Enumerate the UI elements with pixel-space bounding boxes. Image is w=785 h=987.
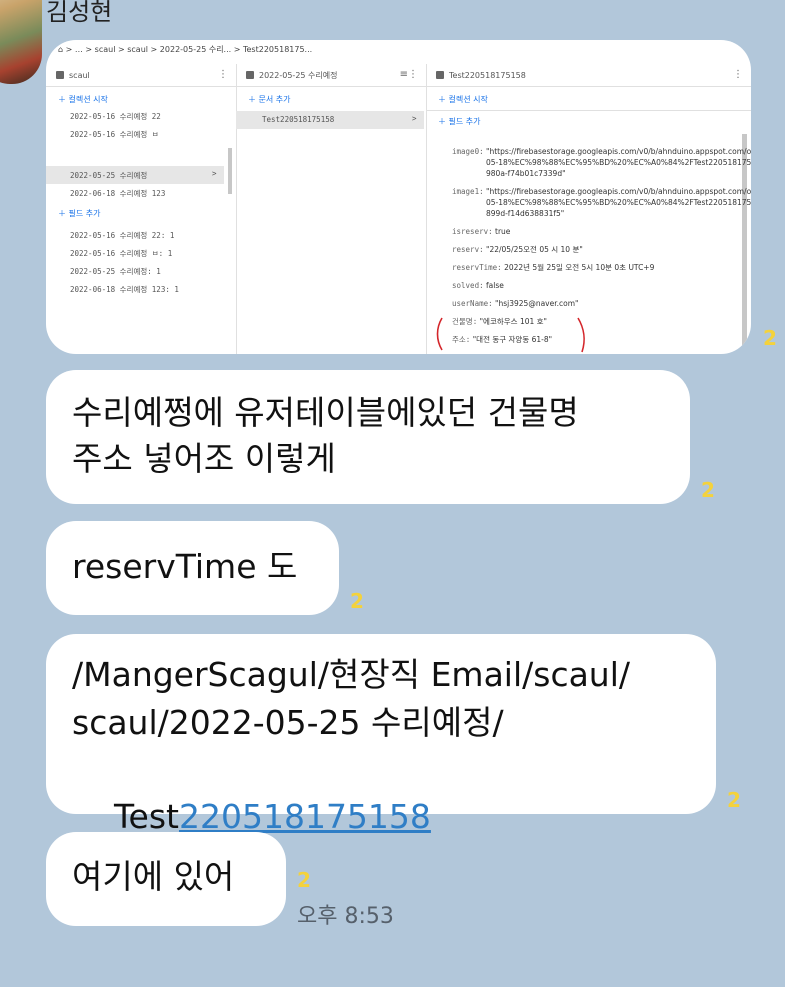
message-bubble[interactable]: 수리예쩡에 유저테이블에있던 건물명 주소 넣어조 이렇게 (46, 370, 690, 504)
unread-count: 2 (727, 788, 741, 812)
phone-number-link[interactable]: 220518175158 (179, 797, 431, 836)
chevron-right-icon: > (212, 169, 217, 178)
unread-count: 2 (763, 326, 777, 350)
unread-count: 2 (350, 589, 364, 613)
document-detail-header: Test220518175158 ⋮ (426, 64, 751, 87)
field-row: 2022-05-16 수리예정 ㅂ: 1 (70, 249, 173, 258)
field-reservtime: reservTime: 2022년 5월 25일 오전 5시 10분 0초 UT… (452, 263, 655, 272)
chevron-right-icon: > (412, 114, 417, 123)
field-solved: solved: false (452, 281, 504, 290)
field-image0: image0: "https://firebasestorage.googlea… (452, 147, 751, 178)
list-item-selected[interactable]: 2022-05-25 수리예정 (70, 170, 147, 181)
message-timestamp: 오후 8:53 (297, 904, 394, 929)
scrollbar[interactable] (228, 148, 232, 194)
field-isreserv: isreserv: true (452, 227, 511, 236)
firestore-screenshot-image[interactable]: ⌂ > … > scaul > scaul > 2022-05-25 수리...… (46, 40, 751, 354)
field-row: 2022-05-16 수리예정 22: 1 (70, 231, 175, 240)
home-icon: ⌂ (58, 45, 64, 54)
documents-pane-header: 2022-05-25 수리예정 ≡ ⋮ (236, 64, 426, 87)
unread-count: 2 (701, 478, 715, 502)
collection-pane: scaul ⋮ ＋ 컬렉션 시작 2022-05-16 수리예정 22 2022… (46, 64, 237, 354)
document-icon (246, 71, 254, 79)
field-row: 2022-05-25 수리예정: 1 (70, 267, 161, 276)
sender-name: 김성현 (46, 0, 113, 26)
message-text: reservTime 도 (72, 547, 298, 586)
breadcrumb: ⌂ > … > scaul > scaul > 2022-05-25 수리...… (58, 45, 313, 54)
collection-icon (56, 71, 64, 79)
start-collection-button[interactable]: ＋ 컬렉션 시작 (58, 94, 108, 105)
add-field-button[interactable]: ＋ 필드 추가 (58, 208, 101, 219)
start-collection-button[interactable]: ＋ 컬렉션 시작 (438, 94, 488, 105)
add-field-button[interactable]: ＋ 필드 추가 (438, 116, 481, 127)
message-bubble[interactable]: /MangerScagul/현장직 Email/scaul/ scaul/202… (46, 634, 716, 836)
collection-pane-header: scaul ⋮ (46, 64, 236, 87)
divider (426, 110, 751, 111)
unread-count: 2 (297, 868, 311, 892)
field-username: userName: "hsj3925@naver.com" (452, 299, 579, 308)
sender-avatar[interactable] (0, 0, 42, 84)
document-icon (436, 71, 444, 79)
more-icon[interactable]: ⋮ (218, 69, 228, 80)
field-row: 2022-06-18 수리예정 123: 1 (70, 285, 179, 294)
more-icon[interactable]: ⋮ (408, 69, 418, 80)
field-reserv: reserv: "22/05/25오전 05 시 10 분" (452, 245, 583, 254)
message-bubble[interactable]: 여기에 있어 (46, 832, 286, 926)
message-text: 수리예쩡에 유저테이블에있던 건물명 주소 넣어조 이렇게 (72, 393, 579, 478)
documents-pane: 2022-05-25 수리예정 ≡ ⋮ ＋ 문서 추가 Test22051817… (236, 64, 427, 354)
more-icon[interactable]: ⋮ (733, 69, 743, 80)
list-item[interactable]: 2022-06-18 수리예정 123 (70, 188, 165, 199)
message-bubble[interactable]: reservTime 도 (46, 521, 339, 615)
filter-icon[interactable]: ≡ (400, 69, 408, 80)
message-text-line1: /MangerScagul/현장직 Email/scaul/ (72, 655, 631, 694)
message-text-line2: scaul/2022-05-25 수리예정/ (72, 703, 504, 742)
red-annotation-marks (436, 317, 585, 353)
list-item[interactable]: 2022-05-16 수리예정 22 (70, 111, 161, 122)
list-item[interactable]: 2022-05-16 수리예정 ㅂ (70, 129, 159, 140)
add-document-button[interactable]: ＋ 문서 추가 (248, 94, 291, 105)
document-item[interactable]: Test220518175158 (262, 115, 334, 124)
field-image1: image1: "https://firebasestorage.googlea… (452, 187, 751, 218)
message-text: 여기에 있어 (72, 857, 235, 896)
